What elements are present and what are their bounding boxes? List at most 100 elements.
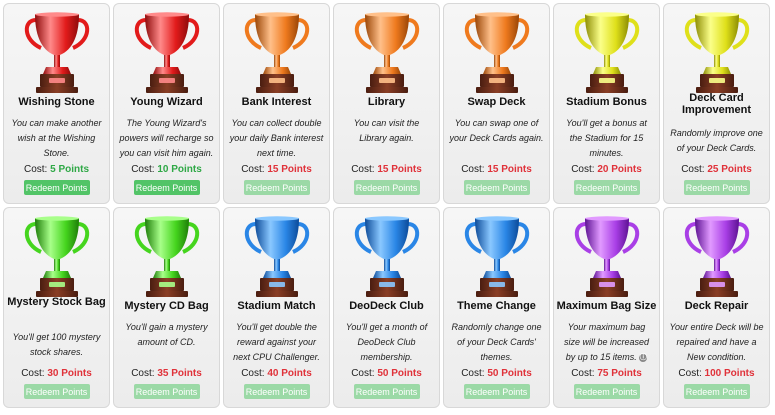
redeem-points-button[interactable]: Redeem Points [133,180,200,195]
trophy-icon [239,214,315,300]
trophy-icon [679,10,755,96]
reward-description-text: Randomly change one of your Deck Cards' … [451,322,542,362]
reward-description: You'll get 100 mystery stock shares. [9,330,104,360]
redeem-points-button[interactable]: Redeem Points [683,384,750,399]
reward-description: The Young Wizard's powers will recharge … [119,116,214,161]
reward-description-text: Your maximum bag size will be increased … [563,322,650,362]
cost-label: Cost: [21,368,45,379]
reward-card-11: DeoDeck Club You'll get a month of DeoDe… [333,207,440,408]
redeem-points-button[interactable]: Redeem Points [243,384,310,399]
trophy-icon [569,214,645,300]
cost-label: Cost: [678,368,702,379]
cost-points: 35 Points [157,368,202,379]
redeem-points-button[interactable]: Redeem Points [243,180,310,195]
reward-title: Wishing Stone [18,96,95,108]
cost-points: 40 Points [267,368,312,379]
reward-cost: Cost: 15 Points [444,164,549,175]
redeem-points-button[interactable]: Redeem Points [573,180,640,195]
cost-label: Cost: [241,368,265,379]
redeem-points-button[interactable]: Redeem Points [573,384,640,399]
reward-card-8: Mystery Stock Bag You'll get 100 mystery… [3,207,110,408]
trophy-icon [239,10,315,96]
cost-points: 50 Points [377,368,422,379]
reward-description: Your maximum bag size will be increased … [559,320,654,365]
reward-cost: Cost: 50 Points [334,368,439,379]
reward-title: Theme Change [457,300,536,312]
trophy-icon [459,10,535,96]
cost-points: 50 Points [487,368,532,379]
redeem-points-button[interactable]: Redeem Points [683,180,750,195]
reward-title: Deck Card Improvement [681,92,752,116]
cost-label: Cost: [571,164,595,175]
reward-description-text: Your entire Deck will be repaired and ha… [669,322,764,362]
cost-points: 100 Points [704,368,755,379]
reward-title: Swap Deck [467,96,526,108]
trophy-icon [679,214,755,300]
cost-points: 5 Points [50,164,90,175]
reward-description-text: You can swap one of your Deck Cards agai… [449,118,544,143]
trophy-icon [349,214,425,300]
reward-description: You'll get a bonus at the Stadium for 15… [559,116,654,161]
redeem-points-button[interactable]: Redeem Points [353,384,420,399]
reward-description-text: You'll get double the reward against you… [233,322,320,362]
cost-label: Cost: [681,164,705,175]
reward-description: You'll get a month of DeoDeck Club membe… [339,320,434,365]
reward-cost: Cost: 50 Points [444,368,549,379]
reward-cost: Cost: 40 Points [224,368,329,379]
trophy-icon [569,10,645,96]
trophy-icon [19,10,95,96]
reward-cost: Cost: 30 Points [4,368,109,379]
reward-description: You can visit the Library again. [339,116,434,146]
cost-label: Cost: [351,164,375,175]
cost-label: Cost: [571,368,595,379]
redeem-points-button[interactable]: Redeem Points [23,180,90,195]
cost-label: Cost: [351,368,375,379]
reward-description-text: The Young Wizard's powers will recharge … [119,118,214,158]
reward-title: Library [367,96,406,108]
reward-cost: Cost: 10 Points [114,164,219,175]
cost-points: 15 Points [377,164,422,175]
reward-description-text: You can make another wish at the Wishing… [11,118,102,158]
reward-card-9: Mystery CD Bag You'll gain a mystery amo… [113,207,220,408]
reward-card-13: Maximum Bag Size Your maximum bag size w… [553,207,660,408]
cost-points: 30 Points [47,368,92,379]
reward-title: Stadium Match [237,300,316,312]
reward-cost: Cost: 75 Points [554,368,659,379]
reward-cost: Cost: 20 Points [554,164,659,175]
redeem-points-button[interactable]: Redeem Points [353,180,420,195]
reward-title: Deck Repair [684,300,749,312]
reward-card-3: Bank Interest You can collect double you… [223,3,330,204]
cost-points: 10 Points [157,164,202,175]
reward-title: Young Wizard [130,96,203,108]
reward-cost: Cost: 15 Points [334,164,439,175]
reward-card-14: Deck Repair Your entire Deck will be rep… [663,207,770,408]
reward-description-text: You'll get a month of DeoDeck Club membe… [345,322,428,362]
reward-description-text: You'll get 100 mystery stock shares. [12,332,101,357]
reward-description-text: You'll get a bonus at the Stadium for 15… [566,118,647,158]
reward-title: Bank Interest [241,96,312,108]
reward-cost: Cost: 25 Points [664,164,769,175]
reward-card-6: Stadium Bonus You'll get a bonus at the … [553,3,660,204]
rewards-grid: Wishing Stone You can make another wish … [3,3,770,408]
trophy-icon [129,214,205,300]
cost-points: 15 Points [267,164,312,175]
cost-label: Cost: [131,164,155,175]
cost-points: 25 Points [707,164,752,175]
reward-description-text: You can visit the Library again. [353,118,420,143]
reward-description: Randomly change one of your Deck Cards' … [449,320,544,365]
reward-card-2: Young Wizard The Young Wizard's powers w… [113,3,220,204]
redeem-points-button[interactable]: Redeem Points [463,384,530,399]
trophy-icon [129,10,205,96]
reward-description: You can swap one of your Deck Cards agai… [449,116,544,146]
reward-card-12: Theme Change Randomly change one of your… [443,207,550,408]
cost-points: 75 Points [597,368,642,379]
redeem-points-button[interactable]: Redeem Points [463,180,530,195]
info-icon[interactable]: ⓘ [639,353,648,362]
redeem-points-button[interactable]: Redeem Points [23,384,90,399]
reward-title: DeoDeck Club [349,300,424,312]
reward-card-5: Swap Deck You can swap one of your Deck … [443,3,550,204]
reward-description: You can collect double your daily Bank i… [229,116,324,161]
reward-cost: Cost: 35 Points [114,368,219,379]
redeem-points-button[interactable]: Redeem Points [133,384,200,399]
reward-description-text: You'll gain a mystery amount of CD. [125,322,208,347]
